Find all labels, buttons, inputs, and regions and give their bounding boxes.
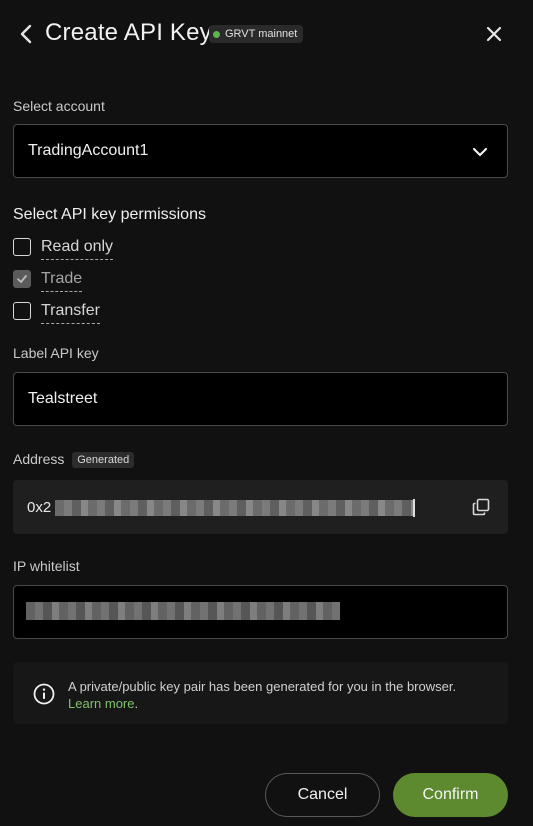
ip-whitelist-label: IP whitelist bbox=[13, 558, 80, 574]
text-cursor bbox=[413, 499, 415, 517]
chevron-left-icon[interactable] bbox=[16, 22, 36, 46]
label-api-key-label: Label API key bbox=[13, 345, 99, 361]
address-value: 0x2 bbox=[27, 499, 52, 516]
modal-header: Create API Key GRVT mainnet bbox=[0, 0, 533, 68]
ip-whitelist-input[interactable] bbox=[13, 585, 508, 639]
trade-checkbox[interactable] bbox=[13, 270, 31, 288]
permissions-title: Select API key permissions bbox=[13, 206, 206, 223]
transfer-label: Transfer bbox=[41, 301, 100, 324]
network-status-dot bbox=[213, 30, 220, 38]
info-text: A private/public key pair has been gener… bbox=[68, 678, 488, 712]
permission-transfer[interactable]: Transfer bbox=[13, 301, 100, 327]
transfer-checkbox[interactable] bbox=[13, 302, 31, 320]
address-field: 0x2 bbox=[13, 480, 508, 534]
api-key-label-value: Tealstreet bbox=[28, 390, 98, 407]
period: . bbox=[134, 696, 139, 711]
cancel-button[interactable]: Cancel bbox=[265, 773, 380, 817]
ip-whitelist-redacted bbox=[26, 602, 340, 620]
api-key-label-input[interactable]: Tealstreet bbox=[13, 372, 508, 426]
address-label: Address Generated bbox=[13, 451, 135, 468]
info-icon bbox=[33, 683, 55, 705]
account-select-value: TradingAccount1 bbox=[28, 142, 149, 159]
confirm-button[interactable]: Confirm bbox=[393, 773, 508, 817]
read-only-checkbox[interactable] bbox=[13, 238, 31, 256]
read-only-label: Read only bbox=[41, 237, 114, 260]
modal-title: Create API Key bbox=[45, 19, 212, 46]
create-api-key-modal: Create API Key GRVT mainnet Select accou… bbox=[0, 0, 533, 826]
address-redacted bbox=[55, 500, 413, 516]
permission-trade[interactable]: Trade bbox=[13, 269, 83, 295]
network-badge: GRVT mainnet bbox=[209, 25, 304, 43]
close-icon[interactable] bbox=[483, 23, 505, 45]
trade-label: Trade bbox=[41, 269, 83, 292]
copy-icon[interactable] bbox=[472, 498, 490, 516]
check-icon bbox=[17, 275, 27, 283]
learn-more-link[interactable]: Learn more bbox=[68, 696, 134, 711]
chevron-down-icon bbox=[472, 147, 488, 157]
info-message: A private/public key pair has been gener… bbox=[68, 679, 457, 694]
select-account-label: Select account bbox=[13, 98, 105, 114]
info-box: A private/public key pair has been gener… bbox=[13, 662, 508, 724]
address-label-text: Address bbox=[13, 451, 65, 467]
permission-read-only[interactable]: Read only bbox=[13, 237, 114, 263]
generated-badge: Generated bbox=[72, 452, 135, 468]
account-select[interactable]: TradingAccount1 bbox=[13, 124, 508, 178]
network-badge-label: GRVT mainnet bbox=[225, 28, 298, 40]
